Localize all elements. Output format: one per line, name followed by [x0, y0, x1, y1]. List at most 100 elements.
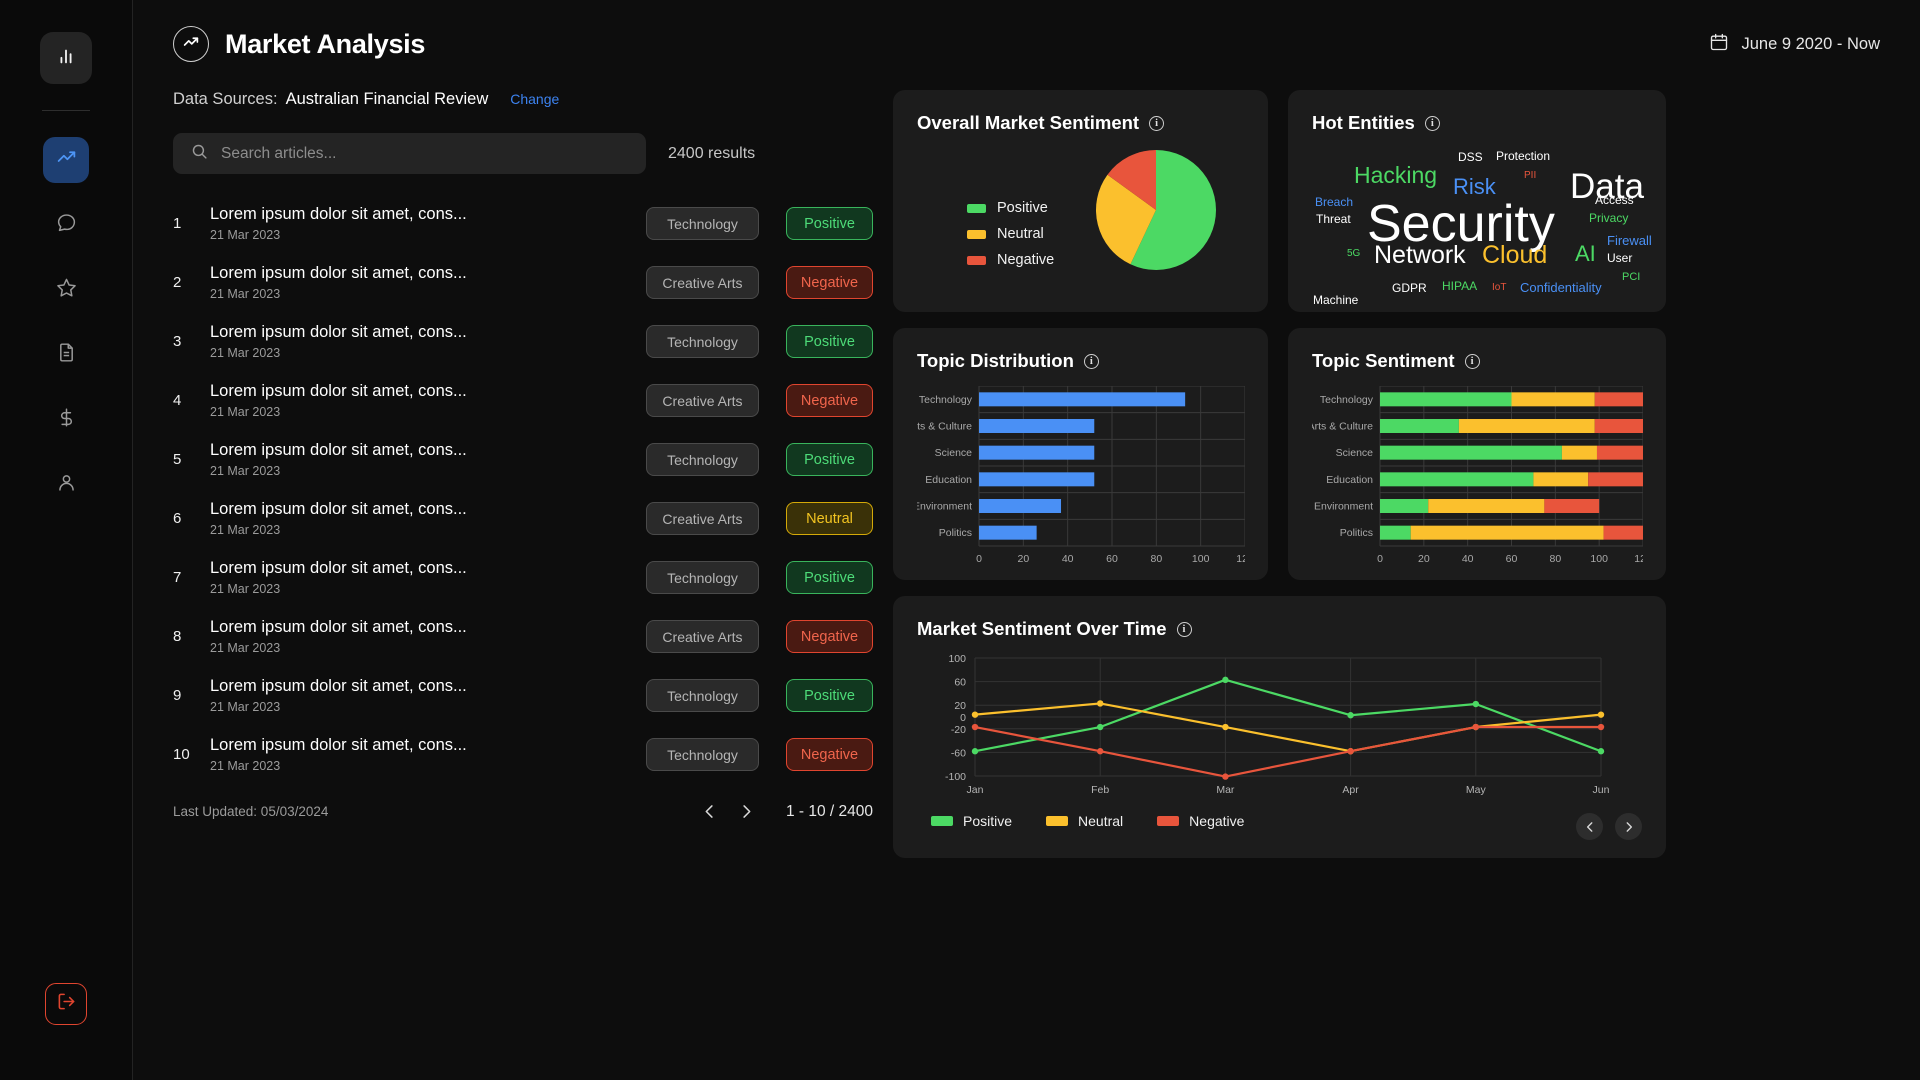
- sidebar-item-messages[interactable]: [43, 202, 89, 248]
- article-date: 21 Mar 2023: [210, 405, 646, 419]
- article-text: Lorem ipsum dolor sit amet, cons...21 Ma…: [210, 736, 646, 774]
- article-index: 6: [173, 510, 210, 527]
- word-cloud-term[interactable]: Access: [1595, 194, 1634, 206]
- chart-pager: [1576, 813, 1642, 840]
- word-cloud-term[interactable]: HIPAA: [1442, 280, 1477, 292]
- info-icon[interactable]: i: [1425, 116, 1440, 131]
- sidebar-item-documents[interactable]: [43, 332, 89, 378]
- article-row[interactable]: 1Lorem ipsum dolor sit amet, cons...21 M…: [173, 194, 873, 253]
- article-sentiment-pill[interactable]: Positive: [786, 325, 873, 358]
- chat-bubble-icon: [56, 212, 77, 238]
- card-title-hot-entities: Hot Entities i: [1312, 112, 1642, 134]
- article-text: Lorem ipsum dolor sit amet, cons...21 Ma…: [210, 205, 646, 243]
- word-cloud-term[interactable]: Protection: [1496, 150, 1550, 162]
- card-hot-entities: Hot Entities i SecurityDataNetworkCloudH…: [1288, 90, 1666, 312]
- logout-button[interactable]: [45, 983, 87, 1025]
- info-icon[interactable]: i: [1177, 622, 1192, 637]
- article-sentiment-pill[interactable]: Positive: [786, 443, 873, 476]
- article-row[interactable]: 3Lorem ipsum dolor sit amet, cons...21 M…: [173, 312, 873, 371]
- article-sentiment-pill[interactable]: Negative: [786, 384, 873, 417]
- article-title: Lorem ipsum dolor sit amet, cons...: [210, 500, 646, 520]
- word-cloud-term[interactable]: PII: [1524, 171, 1536, 181]
- svg-text:20: 20: [1017, 553, 1029, 565]
- page-title-icon-circle: [173, 26, 209, 62]
- article-category-pill[interactable]: Technology: [646, 325, 759, 358]
- chart-prev-button[interactable]: [1576, 813, 1603, 840]
- word-cloud-term[interactable]: AI: [1575, 243, 1596, 265]
- article-category-pill[interactable]: Creative Arts: [646, 266, 759, 299]
- article-sentiment-pill[interactable]: Negative: [786, 738, 873, 771]
- article-category-pill[interactable]: Technology: [646, 679, 759, 712]
- word-cloud-term[interactable]: User: [1607, 252, 1632, 264]
- article-category-pill[interactable]: Creative Arts: [646, 384, 759, 417]
- article-date: 21 Mar 2023: [210, 228, 646, 242]
- change-source-link[interactable]: Change: [510, 91, 559, 107]
- article-row[interactable]: 8Lorem ipsum dolor sit amet, cons...21 M…: [173, 607, 873, 666]
- article-category-pill[interactable]: Creative Arts: [646, 502, 759, 535]
- article-row[interactable]: 7Lorem ipsum dolor sit amet, cons...21 M…: [173, 548, 873, 607]
- article-row[interactable]: 6Lorem ipsum dolor sit amet, cons...21 M…: [173, 489, 873, 548]
- sidebar-logo-button[interactable]: [40, 32, 92, 84]
- word-cloud-term[interactable]: GDPR: [1392, 282, 1427, 294]
- legend-label: Positive: [963, 813, 1012, 829]
- svg-text:100: 100: [1192, 553, 1210, 565]
- word-cloud-term[interactable]: Firewall: [1607, 234, 1652, 247]
- word-cloud-term[interactable]: Confidentiality: [1520, 281, 1602, 294]
- word-cloud-term[interactable]: IoT: [1492, 283, 1506, 293]
- line-legend-item: Negative: [1157, 813, 1244, 829]
- word-cloud-term[interactable]: Threat: [1316, 213, 1351, 225]
- chart-next-button[interactable]: [1615, 813, 1642, 840]
- article-row[interactable]: 5Lorem ipsum dolor sit amet, cons...21 M…: [173, 430, 873, 489]
- word-cloud-term[interactable]: DSS: [1458, 151, 1483, 163]
- search-input[interactable]: [221, 145, 628, 163]
- svg-text:Environment: Environment: [1314, 501, 1373, 513]
- sidebar-item-finance[interactable]: [43, 397, 89, 443]
- word-cloud-term[interactable]: Cloud: [1482, 243, 1547, 268]
- pie-chart-area: PositiveNeutralNegative: [917, 152, 1244, 302]
- svg-text:-60: -60: [951, 747, 966, 759]
- word-cloud-term[interactable]: Machine: [1313, 294, 1358, 306]
- word-cloud-term[interactable]: Hacking: [1354, 164, 1437, 187]
- sidebar-item-profile[interactable]: [43, 462, 89, 508]
- article-category-pill[interactable]: Technology: [646, 207, 759, 240]
- article-category-pill[interactable]: Technology: [646, 738, 759, 771]
- info-icon[interactable]: i: [1465, 354, 1480, 369]
- article-sentiment-pill[interactable]: Positive: [786, 207, 873, 240]
- article-row[interactable]: 9Lorem ipsum dolor sit amet, cons...21 M…: [173, 666, 873, 725]
- article-row[interactable]: 10Lorem ipsum dolor sit amet, cons...21 …: [173, 725, 873, 784]
- article-index: 9: [173, 687, 210, 704]
- svg-text:-20: -20: [951, 724, 966, 736]
- article-category-pill[interactable]: Technology: [646, 443, 759, 476]
- info-icon[interactable]: i: [1149, 116, 1164, 131]
- svg-text:Environment: Environment: [917, 501, 972, 513]
- word-cloud-term[interactable]: 5G: [1347, 249, 1360, 259]
- pie-legend: PositiveNeutralNegative: [967, 200, 1054, 278]
- sidebar-item-analytics[interactable]: [43, 137, 89, 183]
- svg-text:Feb: Feb: [1091, 784, 1109, 796]
- article-sentiment-pill[interactable]: Negative: [786, 620, 873, 653]
- word-cloud-term[interactable]: Privacy: [1589, 212, 1628, 224]
- word-cloud-term[interactable]: Network: [1374, 243, 1466, 268]
- sidebar-item-favorites[interactable]: [43, 267, 89, 313]
- svg-text:Technology: Technology: [919, 394, 973, 406]
- article-category-pill[interactable]: Creative Arts: [646, 620, 759, 653]
- article-row[interactable]: 4Lorem ipsum dolor sit amet, cons...21 M…: [173, 371, 873, 430]
- pie-chart: [1094, 148, 1218, 277]
- article-sentiment-pill[interactable]: Positive: [786, 561, 873, 594]
- article-category-pill[interactable]: Technology: [646, 561, 759, 594]
- word-cloud-term[interactable]: Breach: [1315, 196, 1353, 208]
- info-icon[interactable]: i: [1084, 354, 1099, 369]
- article-sentiment-pill[interactable]: Positive: [786, 679, 873, 712]
- word-cloud-term[interactable]: PCI: [1622, 272, 1640, 283]
- search-box[interactable]: [173, 133, 646, 174]
- date-range-picker[interactable]: June 9 2020 - Now: [1709, 32, 1880, 57]
- article-sentiment-pill[interactable]: Neutral: [786, 502, 873, 535]
- article-row[interactable]: 2Lorem ipsum dolor sit amet, cons...21 M…: [173, 253, 873, 312]
- svg-text:Education: Education: [925, 474, 972, 486]
- article-text: Lorem ipsum dolor sit amet, cons...21 Ma…: [210, 323, 646, 361]
- word-cloud-term[interactable]: Risk: [1453, 176, 1496, 198]
- logout-icon: [57, 992, 76, 1016]
- article-sentiment-pill[interactable]: Negative: [786, 266, 873, 299]
- prev-page-button[interactable]: [700, 802, 719, 821]
- next-page-button[interactable]: [737, 802, 756, 821]
